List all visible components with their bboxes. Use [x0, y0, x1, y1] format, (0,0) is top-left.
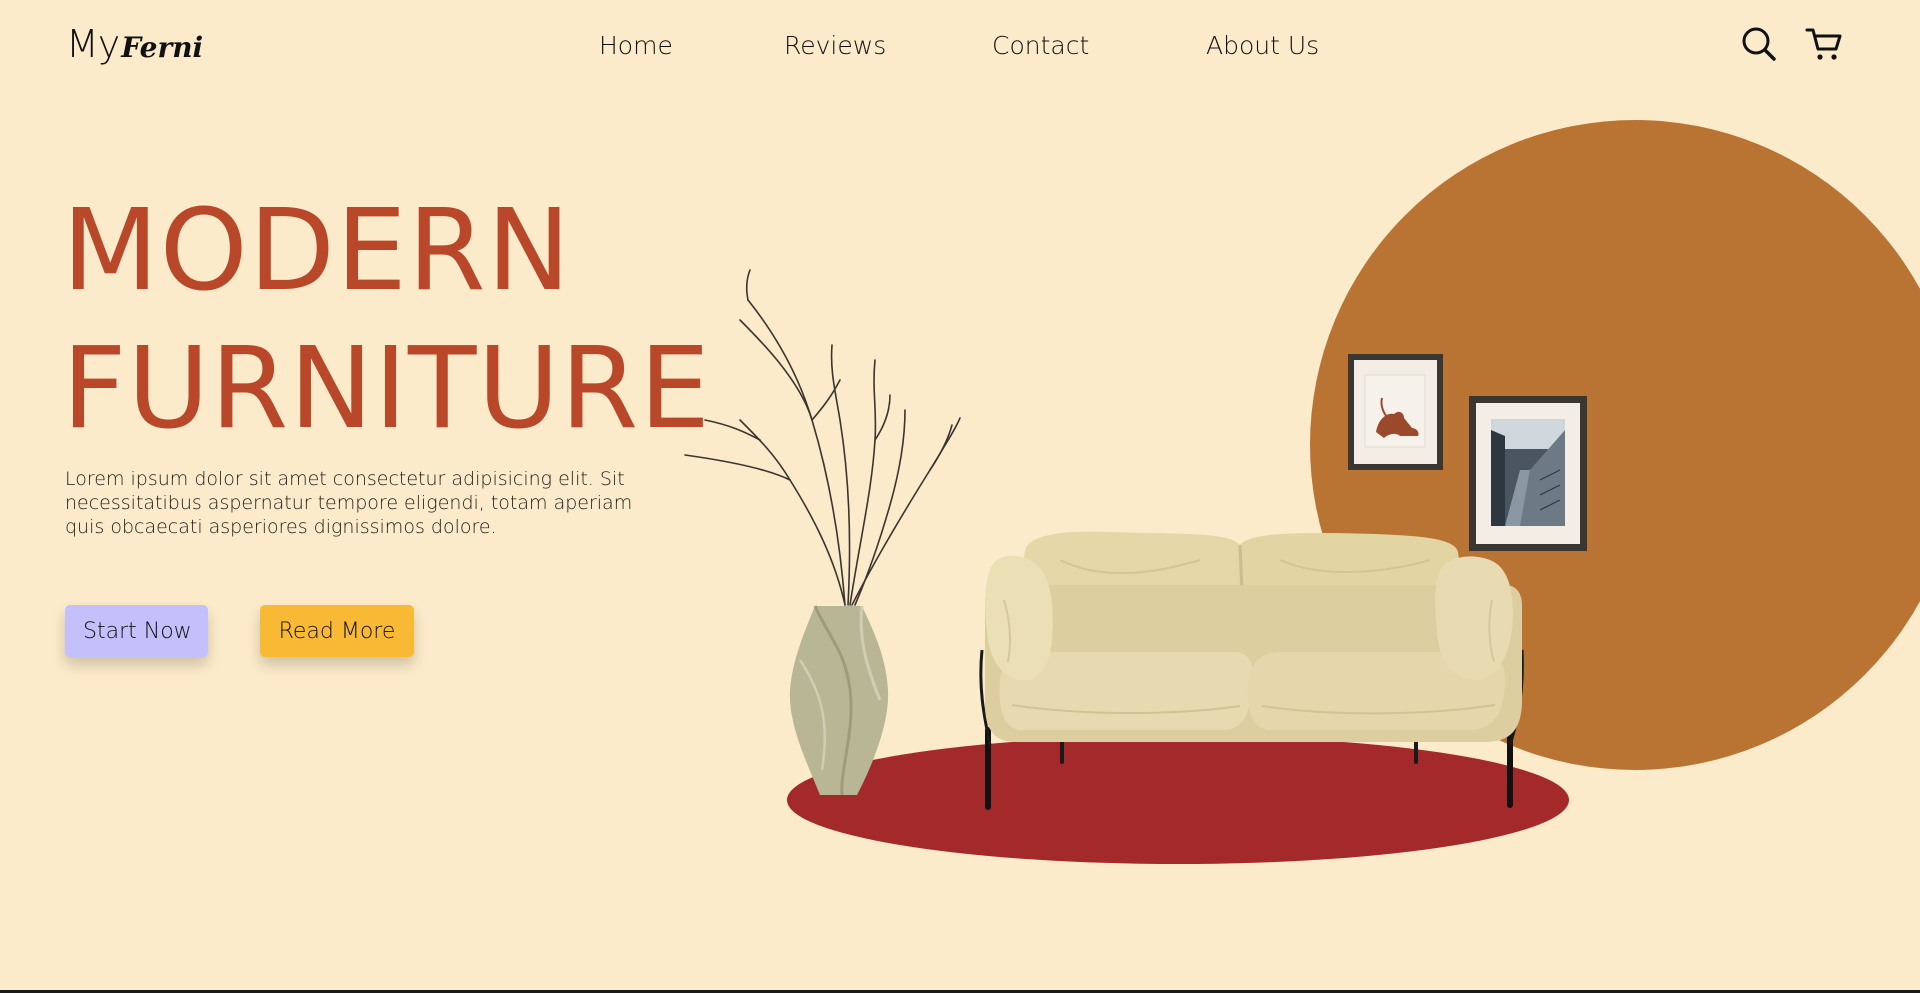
nav-home-link[interactable]: Home [599, 28, 673, 64]
site-header: My Ferni Home Reviews Contact About Us [0, 0, 1920, 92]
hero-title-line-2: FURNITURE [62, 324, 712, 454]
read-more-button[interactable]: Read More [260, 605, 414, 657]
vase-branches [684, 269, 961, 606]
cart-button[interactable] [1804, 24, 1844, 64]
sofa [979, 531, 1524, 810]
rug [787, 736, 1569, 864]
hero-title: MODERN FURNITURE [62, 182, 711, 458]
nav-reviews-link[interactable]: Reviews [784, 28, 886, 64]
vase [789, 605, 889, 796]
search-button[interactable] [1739, 24, 1779, 64]
wall-frame-city [1469, 396, 1587, 551]
search-icon [1742, 27, 1776, 61]
main-nav: Home Reviews Contact About Us [0, 28, 1920, 64]
nav-contact-link[interactable]: Contact [992, 28, 1089, 64]
wall-frame-cat [1348, 354, 1443, 470]
hero-description: Lorem ipsum dolor sit amet consectetur a… [65, 468, 633, 538]
hero-title-line-1: MODERN [62, 186, 572, 316]
decorative-circle [1310, 120, 1920, 770]
nav-about-us-link[interactable]: About Us [1206, 28, 1319, 64]
start-now-button[interactable]: Start Now [65, 605, 208, 657]
cart-icon [1805, 28, 1842, 60]
